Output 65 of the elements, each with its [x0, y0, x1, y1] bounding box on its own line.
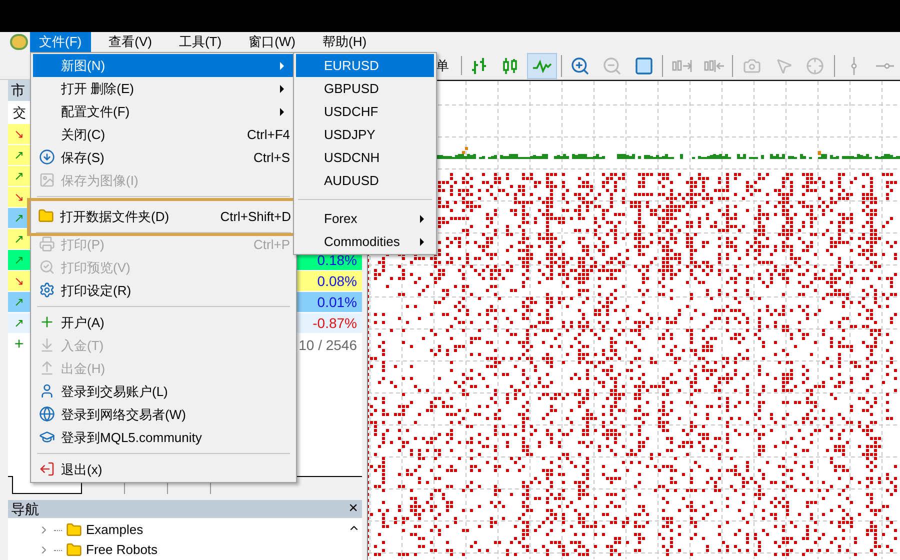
- panel-title: 导航: [11, 500, 40, 518]
- menu-item[interactable]: 开户(A): [33, 311, 294, 334]
- app-logo-icon: [10, 34, 28, 50]
- settings-icon: [39, 282, 55, 298]
- menu-item[interactable]: Forex: [296, 207, 434, 230]
- symbol-count: 10 / 2546: [298, 336, 358, 355]
- menu-item[interactable]: 登录到交易账户(L): [33, 380, 294, 403]
- menu-bar-item[interactable]: 工具(T): [170, 32, 231, 52]
- trend-arrow: ↘: [14, 273, 24, 290]
- line-chart-icon[interactable]: [527, 52, 557, 78]
- menu-item[interactable]: AUDUSD: [296, 169, 434, 192]
- menu-item[interactable]: 打开 删除(E): [33, 77, 294, 100]
- folder-icon: [66, 522, 82, 538]
- menu-item[interactable]: 打印设定(R): [33, 279, 294, 302]
- menu-item[interactable]: Commodities: [296, 230, 434, 253]
- menu-item[interactable]: EURUSD: [296, 54, 434, 77]
- menu-bar-item[interactable]: 查看(V): [100, 32, 161, 52]
- save-icon: [39, 149, 55, 165]
- exit-icon: [39, 461, 55, 477]
- change-percent: -0.87%: [312, 314, 358, 333]
- submenu-arrow-icon: [420, 238, 424, 246]
- menu-item[interactable]: USDJPY: [296, 123, 434, 146]
- trend-arrow: ↗: [14, 210, 24, 228]
- submenu-arrow-icon: [280, 108, 284, 116]
- printer-icon: [39, 236, 55, 252]
- change-percent: 0.01%: [317, 292, 358, 312]
- trend-arrow: ↗: [14, 294, 24, 312]
- tree-item[interactable]: Free Robots: [38, 540, 346, 560]
- menu-item[interactable]: 关闭(C) Ctrl+F4: [33, 123, 294, 146]
- tree-item[interactable]: Examples: [38, 520, 346, 540]
- menu-bar-item[interactable]: 帮助(H): [314, 32, 376, 52]
- trend-arrow: ↗: [14, 231, 24, 248]
- folder-icon: [66, 542, 82, 558]
- menu-item[interactable]: 保存(S) Ctrl+S: [33, 146, 294, 169]
- close-button[interactable]: ×: [348, 501, 358, 517]
- menu-item[interactable]: 配置文件(F): [33, 100, 294, 123]
- submenu-arrow-icon: [280, 62, 284, 70]
- download-icon: [39, 337, 55, 353]
- upload-icon: [39, 360, 55, 376]
- graduation-cap-icon: [39, 429, 55, 445]
- menu-item[interactable]: 登录到MQL5.community: [33, 426, 294, 449]
- menu-item[interactable]: 退出(x): [33, 458, 294, 481]
- folder-icon: [38, 208, 54, 224]
- trend-arrow: ↘: [14, 126, 24, 144]
- plus-icon: [39, 314, 55, 330]
- menu-item[interactable]: 登录到网络交易者(W): [33, 403, 294, 426]
- add-symbol-button[interactable]: +: [8, 333, 30, 358]
- trend-arrow: ↗: [14, 315, 24, 332]
- menu-item[interactable]: USDCNH: [296, 146, 434, 169]
- menu-bar-item[interactable]: 文件(F): [30, 32, 91, 52]
- change-percent: 0.18%: [317, 250, 358, 270]
- menu-bar-item[interactable]: 窗口(W): [240, 32, 304, 52]
- menu-item[interactable]: 打开数据文件夹(D) Ctrl+Shift+D: [32, 205, 295, 228]
- print-preview-icon: [39, 259, 55, 275]
- trend-arrow: ↘: [14, 189, 24, 206]
- globe-icon: [39, 406, 55, 422]
- menu-item[interactable]: 新图(N): [33, 54, 294, 77]
- user-icon: [39, 383, 55, 399]
- trend-arrow: ↗: [14, 168, 24, 186]
- trend-arrow: ↗: [14, 147, 24, 164]
- trend-arrow: ↗: [14, 252, 24, 270]
- image-icon: [39, 172, 55, 188]
- change-percent: 0.08%: [317, 272, 358, 291]
- submenu-arrow-icon: [280, 84, 284, 92]
- submenu-arrow-icon: [420, 214, 424, 222]
